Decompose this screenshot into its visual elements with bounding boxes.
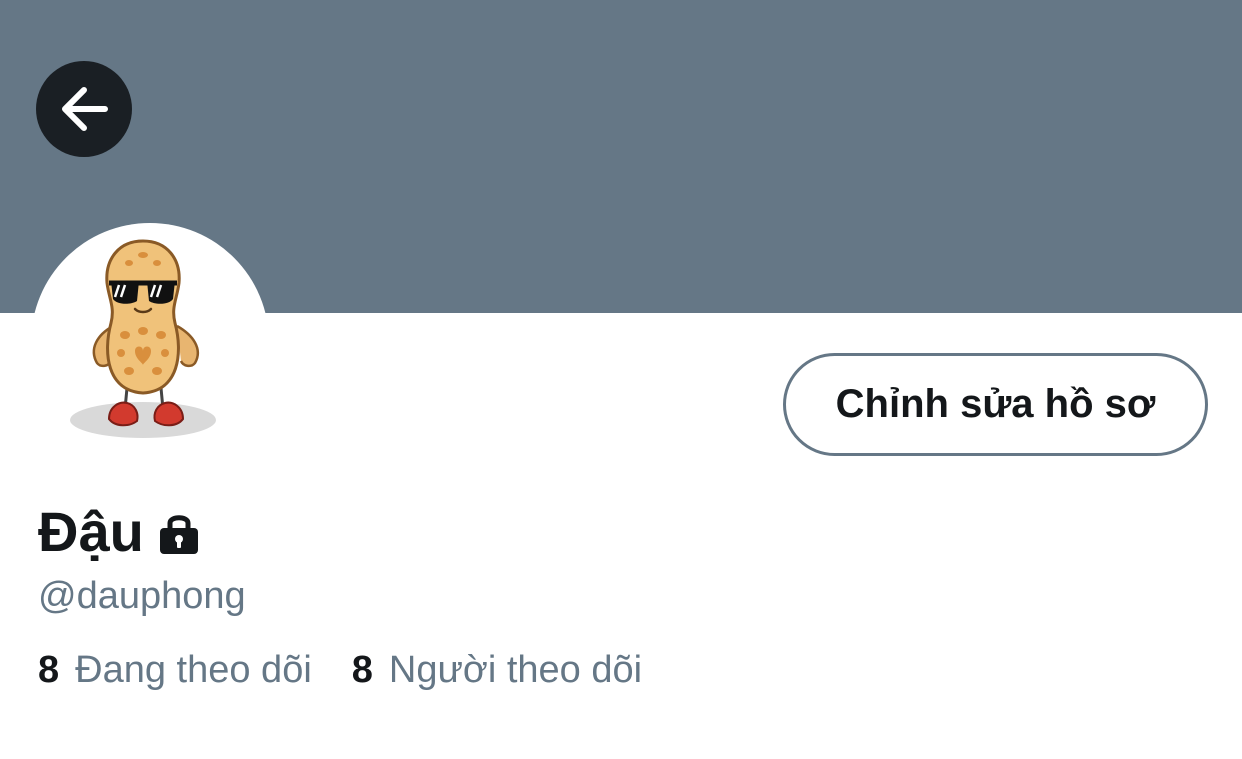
followers-count: 8: [351, 649, 373, 691]
user-handle: @dauphong: [38, 575, 246, 617]
followers-stat[interactable]: 8 Người theo dõi: [352, 646, 642, 694]
following-count: 8: [38, 649, 60, 691]
avatar[interactable]: [31, 223, 269, 461]
display-name: Đậu: [38, 500, 144, 563]
follow-stats: 8 Đang theo dõi 8 Người theo dõi: [38, 646, 642, 694]
followers-label: Người theo dõi: [388, 649, 643, 691]
profile-page: Chỉnh sửa hồ sơ Đậu @dauphong 8 Đang the…: [0, 0, 1242, 759]
display-name-row: Đậu: [38, 500, 204, 564]
peanut-mascot-image: [70, 239, 216, 438]
back-button[interactable]: [36, 61, 132, 157]
lock-icon: [156, 508, 204, 556]
arrow-left-icon: [57, 82, 111, 136]
edit-profile-button[interactable]: Chỉnh sửa hồ sơ: [783, 353, 1208, 456]
following-stat[interactable]: 8 Đang theo dõi: [38, 646, 312, 694]
following-label: Đang theo dõi: [75, 649, 312, 691]
